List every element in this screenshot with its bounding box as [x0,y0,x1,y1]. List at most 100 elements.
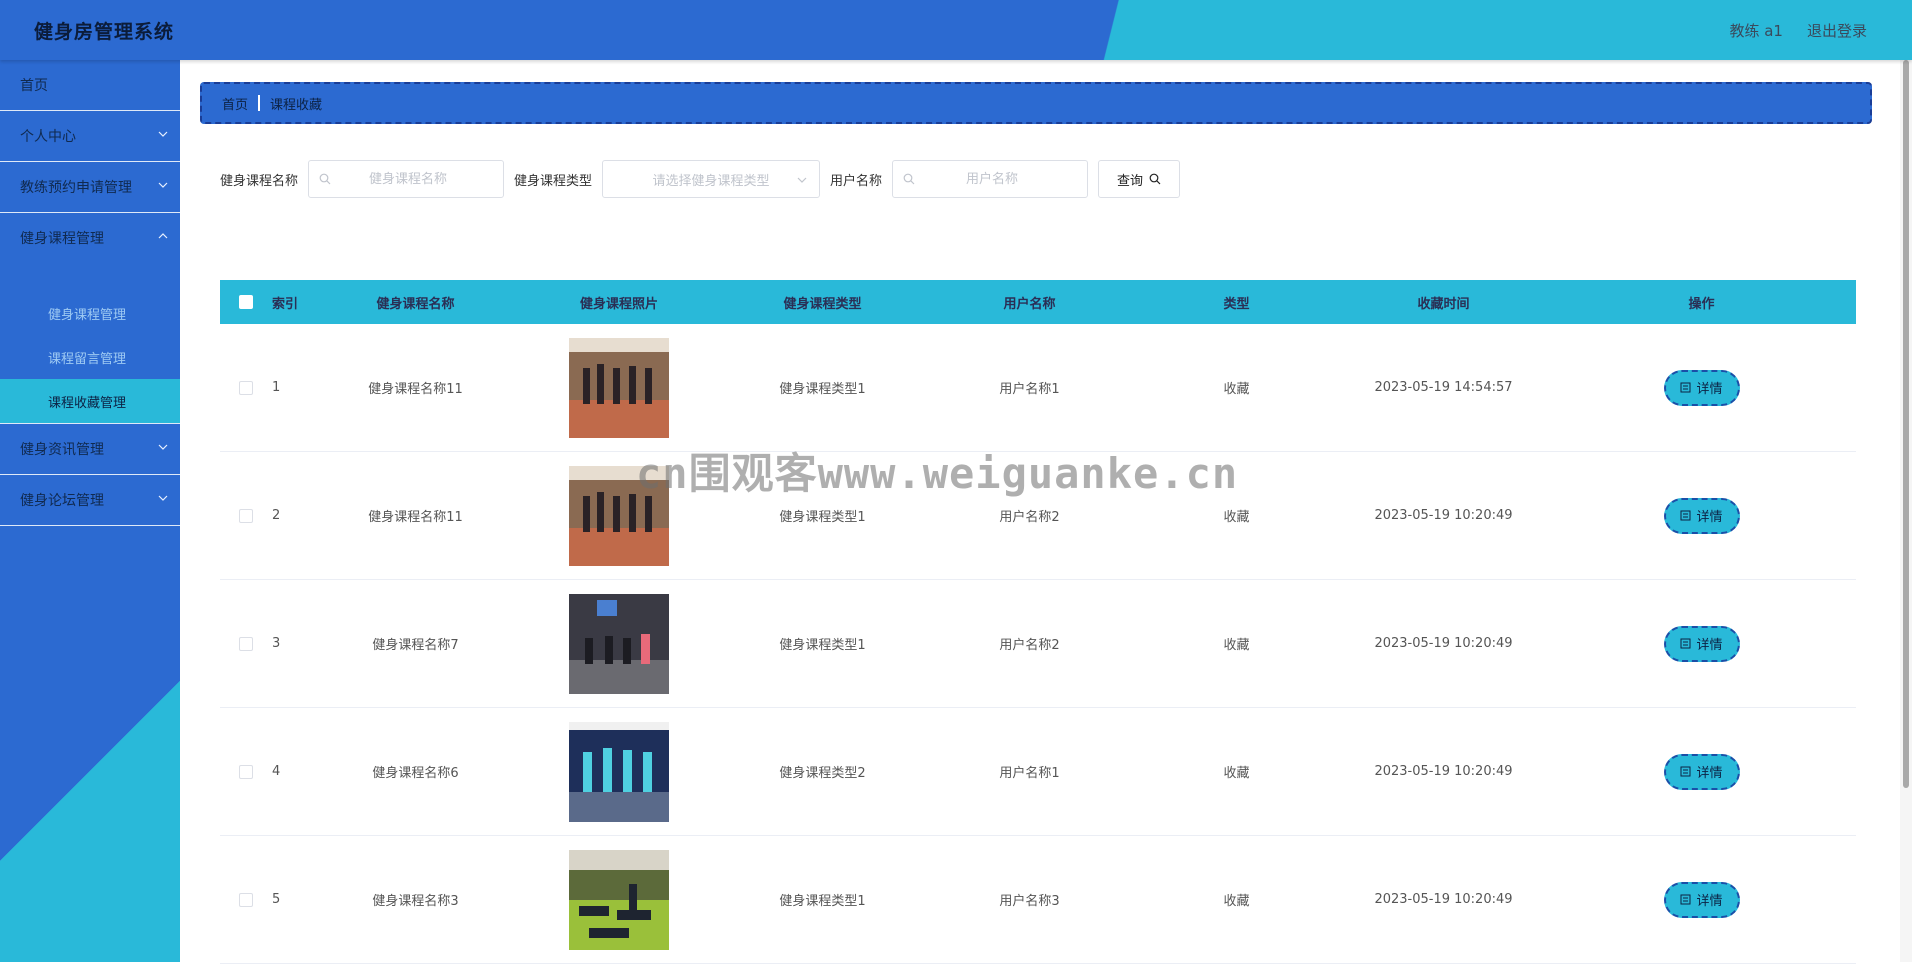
course-name-field[interactable] [308,160,505,198]
course-name: 健身课程名称11 [368,382,463,397]
favorite-time: 2023-05-19 14:54:57 [1374,380,1513,395]
course-type: 健身课程类型1 [779,510,866,525]
row-checkbox[interactable] [239,380,253,395]
logout-button[interactable]: 退出登录 [1807,20,1867,41]
scrollbar-thumb[interactable] [1903,60,1909,788]
detail-button[interactable]: 详情 [1663,625,1740,662]
table-row: 1 健身课程名称11 健身课程类型1 用户名称1 收藏 2023-05-19 1… [220,324,1856,452]
app-title: 健身房管理系统 [34,21,175,43]
course-type: 健身课程类型2 [779,766,866,781]
course-type: 健身课程类型1 [779,894,866,909]
sidebar-item-label: 健身课程管理 [20,231,104,247]
row-index: 2 [272,508,281,523]
column-header: 健身课程照片 [579,296,658,312]
detail-button[interactable]: 详情 [1663,881,1740,918]
main-content: 首页 课程收藏 健身课程名称 健身课程类型 请选择健身课程类型 用户名称 查询 … [180,60,1896,964]
row-checkbox[interactable] [239,636,253,651]
detail-button-label: 详情 [1696,382,1723,397]
query-button[interactable]: 查询 [1098,160,1181,198]
breadcrumb-home[interactable]: 首页 [222,94,248,113]
user-name: 用户名称2 [999,638,1060,653]
document-icon [1680,766,1691,777]
course-name-input[interactable] [331,170,486,188]
chevron-down-icon [158,444,168,450]
row-checkbox[interactable] [239,508,253,523]
table-row: 4 健身课程名称6 健身课程类型2 用户名称1 收藏 2023-05-19 10… [220,708,1856,836]
detail-button-label: 详情 [1696,510,1723,525]
course-type-placeholder: 请选择健身课程类型 [652,173,770,189]
column-header: 类型 [1223,296,1250,312]
chevron-down-icon [797,177,807,183]
header-actions: 教练 a1 退出登录 [1729,20,1867,41]
user-name-input[interactable] [915,170,1070,188]
favorite-time: 2023-05-19 10:20:49 [1374,892,1513,907]
course-name-label: 健身课程名称 [220,173,299,189]
document-icon [1680,510,1691,521]
sidebar-subitem-course-favorites[interactable]: 课程收藏管理 [0,379,180,423]
favorite-kind: 收藏 [1223,382,1250,397]
course-type-label: 健身课程类型 [514,173,593,189]
user-name: 用户名称1 [999,766,1060,781]
detail-button[interactable]: 详情 [1663,497,1740,534]
sidebar-item-course-management[interactable]: 健身课程管理 [0,213,180,263]
table-header: 索引 健身课程名称 健身课程照片 健身课程类型 用户名称 类型 收藏时间 操作 [220,280,1856,324]
table-row: 5 健身课程名称3 健身课程类型1 用户名称3 收藏 2023-05-19 10… [220,836,1856,964]
detail-button-label: 详情 [1696,638,1723,653]
chevron-down-icon [158,495,168,501]
select-all-checkbox[interactable] [239,295,253,309]
course-photo [569,465,669,566]
sidebar-item-label: 健身论坛管理 [20,493,104,509]
row-index: 5 [272,892,281,907]
page-scrollbar[interactable] [1900,60,1912,962]
document-icon [1680,894,1691,905]
chevron-down-icon [158,131,168,137]
sidebar-subitem-course-comments[interactable]: 课程留言管理 [0,335,180,379]
detail-button[interactable]: 详情 [1663,369,1740,406]
sidebar-item-personal-center[interactable]: 个人中心 [0,111,180,162]
sidebar-item-home[interactable]: 首页 [0,60,180,111]
breadcrumb-current: 课程收藏 [270,97,323,113]
sidebar: 首页 个人中心 教练预约申请管理 健身课程管理 健身课程管理 课程留言管理 课程… [0,60,180,962]
chevron-down-icon [158,182,168,188]
column-header: 健身课程类型 [783,296,862,312]
user-menu[interactable]: 教练 a1 [1729,20,1783,41]
course-photo [569,337,669,438]
course-name: 健身课程名称11 [368,510,463,525]
search-bar: 健身课程名称 健身课程类型 请选择健身课程类型 用户名称 查询 [220,160,1181,198]
column-header: 收藏时间 [1417,296,1470,312]
breadcrumb-separator [258,95,261,111]
column-header: 健身课程名称 [376,296,455,312]
row-checkbox[interactable] [239,764,253,779]
sidebar-item-forum[interactable]: 健身论坛管理 [0,475,180,526]
favorite-kind: 收藏 [1223,766,1250,781]
favorite-time: 2023-05-19 10:20:49 [1374,508,1513,523]
user-name: 用户名称3 [999,894,1060,909]
favorites-table: 索引 健身课程名称 健身课程照片 健身课程类型 用户名称 类型 收藏时间 操作 … [220,280,1856,964]
course-photo [569,849,669,950]
user-name: 用户名称2 [999,510,1060,525]
course-photo [569,721,669,822]
favorite-time: 2023-05-19 10:20:49 [1374,764,1513,779]
table-row: 2 健身课程名称11 健身课程类型1 用户名称2 收藏 2023-05-19 1… [220,452,1856,580]
document-icon [1680,382,1691,393]
sidebar-item-label: 教练预约申请管理 [20,180,132,196]
detail-button-label: 详情 [1696,766,1723,781]
column-header: 操作 [1688,296,1715,312]
sidebar-item-news[interactable]: 健身资讯管理 [0,423,180,475]
user-name-field[interactable] [892,160,1089,198]
sidebar-item-label: 健身资讯管理 [20,442,104,458]
row-checkbox[interactable] [239,892,253,907]
sidebar-subitem-course[interactable]: 健身课程管理 [0,291,180,335]
course-type: 健身课程类型1 [779,382,866,397]
search-icon [1149,173,1161,185]
favorite-kind: 收藏 [1223,638,1250,653]
top-header: 健身房管理系统 教练 a1 退出登录 [0,0,1912,60]
column-header: 用户名称 [1003,296,1056,312]
course-type: 健身课程类型1 [779,638,866,653]
sidebar-item-coach-booking[interactable]: 教练预约申请管理 [0,162,180,213]
row-index: 4 [272,764,281,779]
table-row: 3 健身课程名称7 健身课程类型1 用户名称2 收藏 2023-05-19 10… [220,580,1856,708]
course-type-select[interactable]: 请选择健身课程类型 [602,160,821,198]
detail-button[interactable]: 详情 [1663,753,1740,790]
